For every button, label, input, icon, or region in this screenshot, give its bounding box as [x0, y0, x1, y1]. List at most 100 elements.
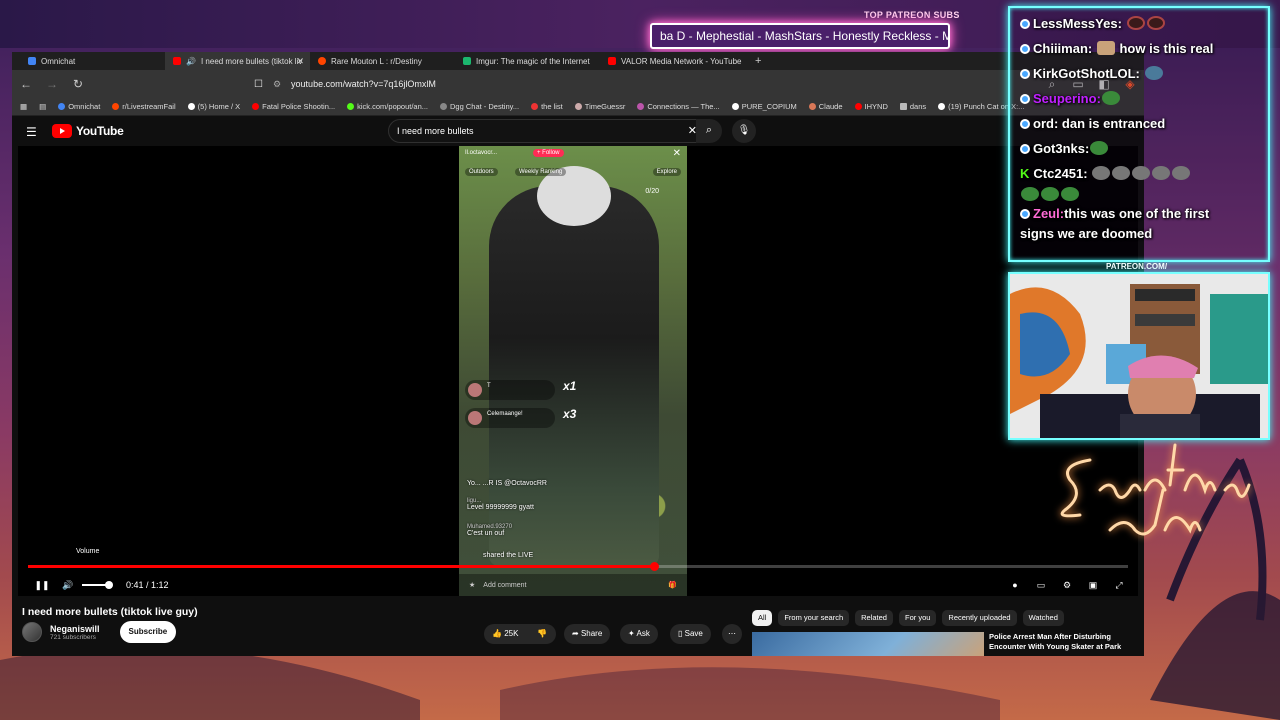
video-player[interactable]: Il.octavocr... + Follow ✕ Outdoors Weekl…	[18, 146, 1138, 596]
chip-for-you[interactable]: For you	[898, 610, 937, 626]
apps-grid-icon[interactable]: ▦	[20, 102, 27, 111]
site-info-icon[interactable]: ⚙	[273, 79, 281, 90]
back-icon[interactable]: ←	[18, 77, 34, 91]
bookmarks-folder-icon[interactable]: ▤	[39, 102, 46, 111]
close-tab-icon[interactable]: ✕	[296, 56, 304, 67]
tiktok-chip-ranking: Weekly Ranking	[515, 168, 567, 176]
tab-youtube-video[interactable]: 🔊 I need more bullets (tiktok liv ✕	[165, 52, 310, 70]
address-bar: ← → ↻ ☐ ⚙ youtube.com/watch?v=7q16jlOmxl…	[12, 70, 1144, 98]
bookmark-item[interactable]: IHYND	[854, 102, 888, 111]
webcam-feed	[1008, 272, 1270, 440]
chat-text: dan is entranced	[1061, 116, 1166, 131]
bookmark-item[interactable]: PURE_COPIUM	[731, 102, 797, 111]
chip-recently-uploaded[interactable]: Recently uploaded	[942, 610, 1017, 626]
chat-username: Seuperino:	[1033, 91, 1101, 106]
volume-knob[interactable]	[105, 581, 113, 589]
tab-favicon	[173, 57, 181, 65]
browser-window: Omnichat 🔊 I need more bullets (tiktok li…	[12, 52, 1144, 656]
recommended-thumbnail[interactable]	[752, 632, 984, 656]
channel-info: Neganiswill 721 subscribers	[50, 624, 100, 641]
tab-favicon	[28, 57, 36, 65]
autoplay-toggle-icon[interactable]: ●	[1002, 580, 1028, 590]
tiktok-viewer-count: 0/20	[645, 188, 659, 195]
recommended-title[interactable]: Police Arrest Man After Disturbing Encou…	[989, 632, 1129, 652]
progress-bar[interactable]	[28, 562, 1128, 571]
more-actions-button[interactable]: ⋯	[722, 624, 742, 644]
settings-icon[interactable]: ⚙	[1054, 580, 1080, 591]
bookmark-label: the list	[541, 102, 563, 111]
forward-icon[interactable]: →	[44, 77, 60, 91]
tab-imgur[interactable]: Imgur: The magic of the Internet	[455, 52, 600, 70]
patreon-marquee: ba D - Mephestial - MashStars - Honestly…	[650, 23, 950, 49]
progress-scrubber[interactable]	[649, 562, 659, 571]
subtitles-icon[interactable]: ▭	[1028, 580, 1054, 591]
bookmark-favicon	[808, 103, 816, 110]
bookmark-label: PURE_COPIUM	[741, 102, 797, 111]
like-count: 25K	[504, 629, 519, 638]
chat-badge-icon	[1020, 69, 1030, 79]
save-icon: ▯	[678, 629, 683, 638]
speaker-icon: 🔊	[186, 56, 196, 66]
miniplayer-icon[interactable]: ▣	[1080, 580, 1106, 591]
search-input[interactable]: I need more bullets ✕	[388, 119, 706, 143]
search-button[interactable]: ⌕	[696, 119, 722, 143]
chip-related[interactable]: Related	[855, 610, 893, 626]
chat-text: this was one of the first	[1064, 206, 1210, 221]
tab-favicon	[318, 57, 326, 65]
bookmark-item[interactable]: the list	[531, 102, 563, 111]
chat-badge-icon	[1020, 19, 1030, 29]
bookmark-item[interactable]: r/LivestreamFail	[112, 102, 176, 111]
bookmark-favicon	[731, 103, 739, 110]
voice-search-icon[interactable]: 🎙	[732, 119, 756, 143]
tab-valor[interactable]: VALOR Media Network - YouTube	[600, 52, 745, 70]
bookmark-favicon	[347, 103, 355, 110]
bookmark-item[interactable]: Fatal Police Shootin...	[252, 102, 335, 111]
emote-icon	[1061, 187, 1079, 201]
save-button[interactable]: ▯ Save	[670, 624, 711, 644]
subscribe-button[interactable]: Subscribe	[119, 621, 177, 643]
bookmark-item[interactable]: Dgg Chat - Destiny...	[440, 102, 519, 111]
tab-label: VALOR Media Network - YouTube	[621, 56, 742, 66]
ask-button[interactable]: ✦ Ask	[620, 624, 658, 644]
bookmark-item[interactable]: Claude	[808, 102, 843, 111]
bookmark-item[interactable]: dans	[899, 102, 926, 111]
emote-icon	[1090, 141, 1109, 155]
reload-icon[interactable]: ↻	[70, 77, 86, 91]
bookmark-label: kick.com/popout/an...	[357, 102, 429, 111]
video-frame: Il.octavocr... + Follow ✕ Outdoors Weekl…	[459, 146, 687, 596]
tab-bar: Omnichat 🔊 I need more bullets (tiktok li…	[12, 52, 1144, 70]
chip-watched[interactable]: Watched	[1022, 610, 1064, 626]
gift-multiplier: x3	[563, 407, 577, 421]
bookmark-item[interactable]: (5) Home / X	[187, 102, 240, 111]
emote-icon	[1144, 66, 1163, 80]
bookmark-item[interactable]: Connections — The...	[637, 102, 720, 111]
channel-name[interactable]: Neganiswill	[50, 624, 100, 634]
video-title: I need more bullets (tiktok live guy)	[22, 606, 198, 618]
pause-icon[interactable]: ❚❚	[30, 580, 54, 591]
tiktok-close-icon: ✕	[672, 148, 681, 159]
chip-all[interactable]: All	[752, 610, 773, 626]
bookmark-item[interactable]: TimeGuessr	[574, 102, 625, 111]
bookmark-item[interactable]: Omnichat	[58, 102, 100, 111]
menu-icon[interactable]: ☰	[26, 125, 37, 139]
patreon-label: PATREON.COM/	[1106, 262, 1168, 271]
bookmark-label: Fatal Police Shootin...	[262, 102, 336, 111]
volume-slider[interactable]	[82, 581, 113, 589]
bookmark-favicon	[531, 103, 539, 110]
chat-username: LessMessYes:	[1033, 16, 1122, 31]
chip-from-your-search[interactable]: From your search	[778, 610, 850, 626]
youtube-logo[interactable]: YouTube	[52, 124, 124, 138]
fullscreen-icon[interactable]: ⤢	[1106, 580, 1132, 591]
bookmark-icon[interactable]: ☐	[254, 79, 263, 90]
bookmark-label: IHYND	[864, 102, 888, 111]
tab-reddit[interactable]: Rare Mouton L : r/Destiny	[310, 52, 455, 70]
bookmark-item[interactable]: kick.com/popout/an...	[347, 102, 428, 111]
url-field[interactable]: ☐ ⚙ youtube.com/watch?v=7q16jlOmxlM	[96, 73, 1034, 95]
share-button[interactable]: ➦ Share	[564, 624, 611, 644]
channel-avatar[interactable]	[22, 622, 42, 642]
bookmarks-bar: ▦ ▤ Omnichat r/LivestreamFail (5) Home /…	[12, 98, 1144, 116]
dislike-button[interactable]: 👎	[532, 624, 556, 644]
new-tab-button[interactable]: +	[745, 55, 771, 67]
tab-omnichat[interactable]: Omnichat	[20, 52, 165, 70]
volume-icon[interactable]: 🔊	[58, 580, 78, 591]
